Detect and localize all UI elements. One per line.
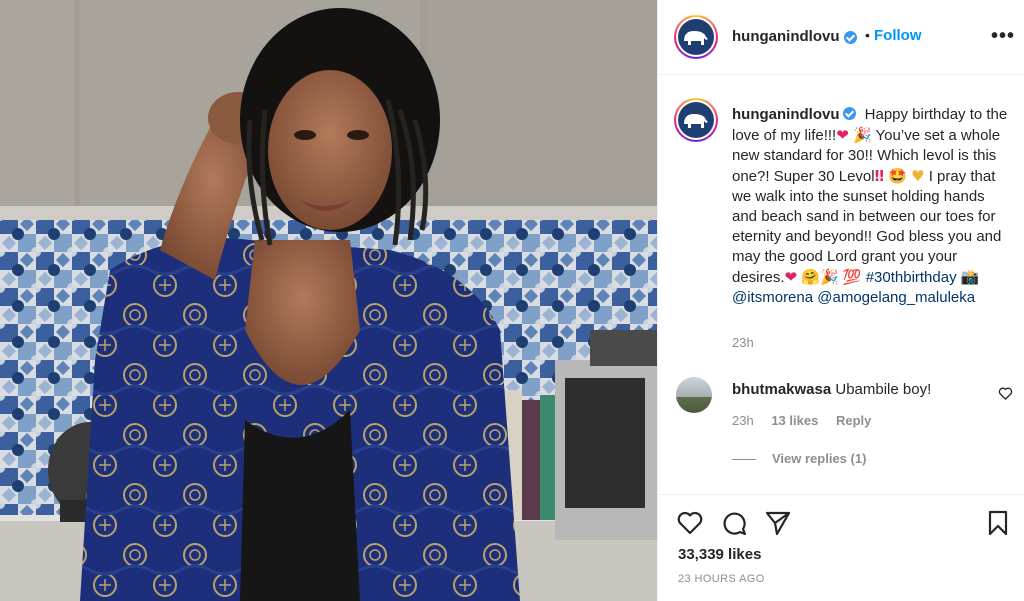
double-exclamation-emoji: ‼ [874,167,885,185]
comment-meta: 23h 13 likes Reply [732,413,885,428]
author-avatar[interactable] [674,15,718,59]
commenter-avatar[interactable] [676,377,712,413]
star-eyes-emoji: 🤩 [888,167,907,185]
elephant-logo-icon [678,19,714,55]
comment-like-heart-icon[interactable] [998,386,1013,401]
hugging-face-emoji: 🤗 [801,268,820,286]
red-heart-emoji: ❤ [784,268,798,286]
replies-divider-line [732,459,756,461]
separator-dot: • [865,27,870,43]
post-header: hunganindlovu • Follow ••• [658,0,1024,75]
comment-timestamp: 23h [732,413,754,428]
comment-icon[interactable] [720,509,748,537]
comment-likes[interactable]: 13 likes [771,413,818,428]
hashtag-link[interactable]: #30thbirthday [866,269,957,286]
elephant-logo-icon [678,102,714,138]
yellow-heart-emoji: ♥ [911,167,925,185]
mention-link[interactable]: @itsmorena [732,289,813,306]
caption-username[interactable]: hunganindlovu [732,106,839,123]
view-replies-button[interactable]: View replies (1) [732,451,866,466]
comment-text: bhutmakwasa Ubambile boy! [732,381,931,398]
verified-badge-icon [844,31,857,44]
caption-text: hunganindlovu Happy birthday to the love… [732,105,1012,308]
party-popper-emoji: 🎉 [852,126,872,144]
heart-icon[interactable] [676,509,704,537]
post-photo-illustration [0,0,657,601]
reply-button[interactable]: Reply [836,413,871,428]
author-username[interactable]: hunganindlovu [732,28,839,45]
party-popper-emoji: 🎉 [819,268,839,286]
more-options-icon[interactable]: ••• [991,25,1015,48]
post-side-panel: hunganindlovu • Follow ••• hunganindlovu… [657,0,1024,601]
mention-link[interactable]: @amogelang_maluleka [817,289,975,306]
post-timestamp: 23 HOURS AGO [678,573,765,585]
share-icon[interactable] [764,509,792,537]
post-actions: 33,339 likes 23 HOURS AGO [658,494,1024,601]
comment-body: Ubambile boy! [835,381,932,398]
caption-timestamp: 23h [732,335,754,350]
commenter-username[interactable]: bhutmakwasa [732,381,831,398]
verified-badge-icon [843,107,857,120]
camera-flash-emoji: 📸 [960,268,980,286]
post-photo[interactable] [0,0,657,601]
caption-avatar[interactable] [674,98,718,142]
hundred-points-emoji: 💯 [842,268,862,286]
follow-button[interactable]: Follow [874,27,922,44]
bookmark-icon[interactable] [984,509,1012,537]
red-heart-emoji: ❤ [836,126,849,144]
view-replies-label: View replies (1) [772,451,867,466]
post-like-count[interactable]: 33,339 likes [678,546,761,563]
